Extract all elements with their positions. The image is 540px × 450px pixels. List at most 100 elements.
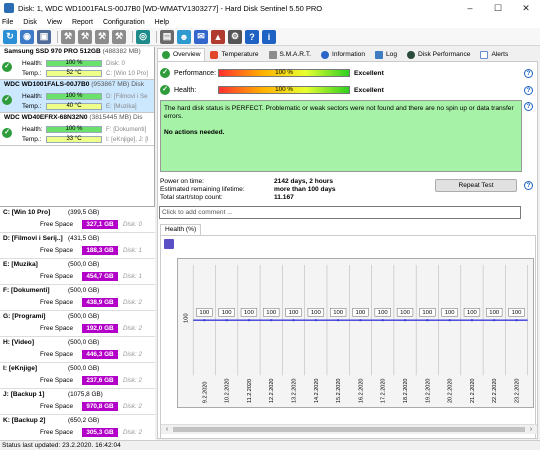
toolbar-separator [57, 30, 58, 43]
info-icon [321, 50, 330, 59]
menu-configuration[interactable]: Configuration [103, 19, 145, 26]
repeat-test-button[interactable]: Repeat Test [435, 179, 517, 192]
volume-item[interactable]: I: [eKnjige] (500,0 GB) Free Space 237,6… [0, 363, 155, 389]
wrench-icon[interactable]: ⚒ [112, 29, 126, 44]
wrench-icon[interactable]: ⚒ [95, 29, 109, 44]
help-icon[interactable]: ? [524, 102, 533, 111]
tab-temperature[interactable]: Temperature [205, 48, 263, 61]
disk-name: WDC WD1001FALS-00J7B0 [4, 81, 90, 88]
x-tick-label: 20.2.2020 [448, 379, 454, 404]
wrench-icon[interactable]: ⚒ [78, 29, 92, 44]
comment-input[interactable]: Click to add comment ... [159, 206, 521, 219]
maximize-button[interactable]: ☐ [484, 0, 512, 16]
tab-information[interactable]: Information [316, 48, 370, 61]
data-point [493, 319, 496, 322]
log-icon [375, 50, 384, 59]
performance-bar: 100 % [218, 69, 350, 77]
info-icon[interactable]: i [262, 29, 276, 44]
check-icon: ✓ [2, 95, 12, 105]
data-label: 100 [333, 310, 344, 316]
scrollbar-thumb[interactable] [173, 427, 525, 432]
menu-file[interactable]: File [2, 19, 13, 26]
x-tick-label: 13.2.2020 [292, 379, 298, 404]
help-icon[interactable]: ? [524, 69, 533, 78]
tab-health-chart[interactable]: Health (%) [160, 224, 202, 235]
help-icon[interactable]: ? [524, 86, 533, 95]
close-button[interactable]: ✕ [512, 0, 540, 16]
help-icon[interactable]: ? [524, 181, 533, 190]
menu-help[interactable]: Help [155, 19, 169, 26]
disk-size: (488382 MB) [102, 48, 141, 55]
alert-icon [480, 50, 489, 59]
status-message-box: The hard disk status is PERFECT. Problem… [160, 100, 522, 172]
save-icon[interactable] [164, 239, 174, 249]
menu-disk[interactable]: Disk [23, 19, 37, 26]
disk-item-selected[interactable]: WDC WD1001FALS-00J7B0 (953867 MB) Disk ✓… [0, 80, 154, 113]
tab-log[interactable]: Log [370, 48, 402, 61]
check-icon [162, 51, 170, 59]
performance-rating: Excellent [354, 69, 384, 77]
volume-item[interactable]: F: [Dokumenti] (500,0 GB) Free Space 438… [0, 285, 155, 311]
x-tick-label: 14.2.2020 [314, 379, 320, 404]
tab-overview[interactable]: Overview [157, 48, 206, 61]
people-icon[interactable]: ☻ [177, 29, 191, 44]
x-tick-label: 11.2.2020 [247, 379, 253, 403]
volume-size: (399,5 GB) [68, 209, 100, 216]
volume-item[interactable]: J: [Backup 1] (1075,8 GB) Free Space 970… [0, 389, 155, 415]
volume-size: (500,0 GB) [68, 339, 100, 346]
health-label: Health: [22, 93, 43, 100]
volume-item[interactable]: D: [Filmovi i Serij..] (431,5 GB) Free S… [0, 233, 155, 259]
check-icon: ✓ [2, 128, 12, 138]
data-label: 100 [400, 310, 411, 316]
minimize-button[interactable]: – [456, 0, 484, 16]
tab-label: Log [386, 50, 398, 58]
volume-item[interactable]: C: [Win 10 Pro] (399,5 GB) Free Space 32… [0, 207, 155, 233]
disk-item[interactable]: Samsung SSD 970 PRO 512GB (488382 MB) ✓ … [0, 47, 154, 80]
volume-size: (650,2 GB) [68, 417, 100, 424]
x-tick-label: 17.2.2020 [381, 379, 387, 404]
menu-view[interactable]: View [47, 19, 62, 26]
horizontal-scrollbar[interactable]: ‹ › [161, 424, 537, 434]
volume-item[interactable]: G: [Programi] (500,0 GB) Free Space 192,… [0, 311, 155, 337]
email-icon[interactable]: ✉ [194, 29, 208, 44]
wrench-icon[interactable]: ⚒ [61, 29, 75, 44]
tab-alerts[interactable]: Alerts [475, 48, 513, 61]
volume-item[interactable]: E: [Muzika] (500,0 GB) Free Space 454,7 … [0, 259, 155, 285]
disk-name: Samsung SSD 970 PRO 512GB [4, 48, 101, 55]
help-icon[interactable]: ? [245, 29, 259, 44]
volume-name: H: [Video] [3, 339, 35, 346]
status-text: The hard disk status is PERFECT. Problem… [164, 105, 514, 120]
health-bar: 100 % [46, 93, 102, 100]
volume-item[interactable]: H: [Video] (500,0 GB) Free Space 446,3 G… [0, 337, 155, 363]
data-label: 100 [244, 310, 255, 316]
data-point [448, 319, 451, 322]
health-chart-panel: 100 100 100 100 100 100 100 100 100 100 100 100 100 1… [160, 235, 537, 439]
data-point [314, 319, 317, 322]
volume-item[interactable]: K: [Backup 2] (650,2 GB) Free Space 305,… [0, 415, 155, 441]
tab-label: Information [332, 50, 366, 58]
volume-disk: Disk: 2 [123, 377, 142, 384]
refresh-icon[interactable]: ↻ [3, 29, 17, 44]
x-tick-label: 22.2.2020 [492, 379, 498, 404]
volume-name: F: [Dokumenti] [3, 287, 50, 294]
thermometer-icon [210, 50, 219, 59]
tab-smart[interactable]: S.M.A.R.T. [264, 48, 317, 61]
monitor-icon[interactable]: ▣ [37, 29, 51, 44]
document-icon[interactable]: ▤ [160, 29, 174, 44]
disk-item[interactable]: WDC WD40EFRX-68N32N0 (3815445 MB) Dis ✓ … [0, 113, 154, 146]
scroll-left-icon[interactable]: ‹ [162, 425, 172, 434]
tab-disk-performance[interactable]: Disk Performance [402, 48, 475, 61]
scroll-right-icon[interactable]: › [526, 425, 536, 434]
volume-name: I: [eKnjige] [3, 365, 38, 372]
gear-icon[interactable]: ⚙ [228, 29, 242, 44]
wrench-icon [268, 50, 277, 59]
tab-bar: Overview Temperature S.M.A.R.T. Informat… [157, 48, 540, 61]
free-space-label: Free Space [40, 325, 74, 332]
volume-name: G: [Programi] [3, 313, 46, 320]
globe-icon[interactable]: ◎ [136, 29, 150, 44]
x-tick-label: 9.2.2020 [202, 382, 208, 403]
menu-report[interactable]: Report [72, 19, 93, 26]
chart-icon[interactable]: ▲ [211, 29, 225, 44]
disk-icon[interactable]: ◉ [20, 29, 34, 44]
health-bar: 100 % [218, 86, 350, 94]
